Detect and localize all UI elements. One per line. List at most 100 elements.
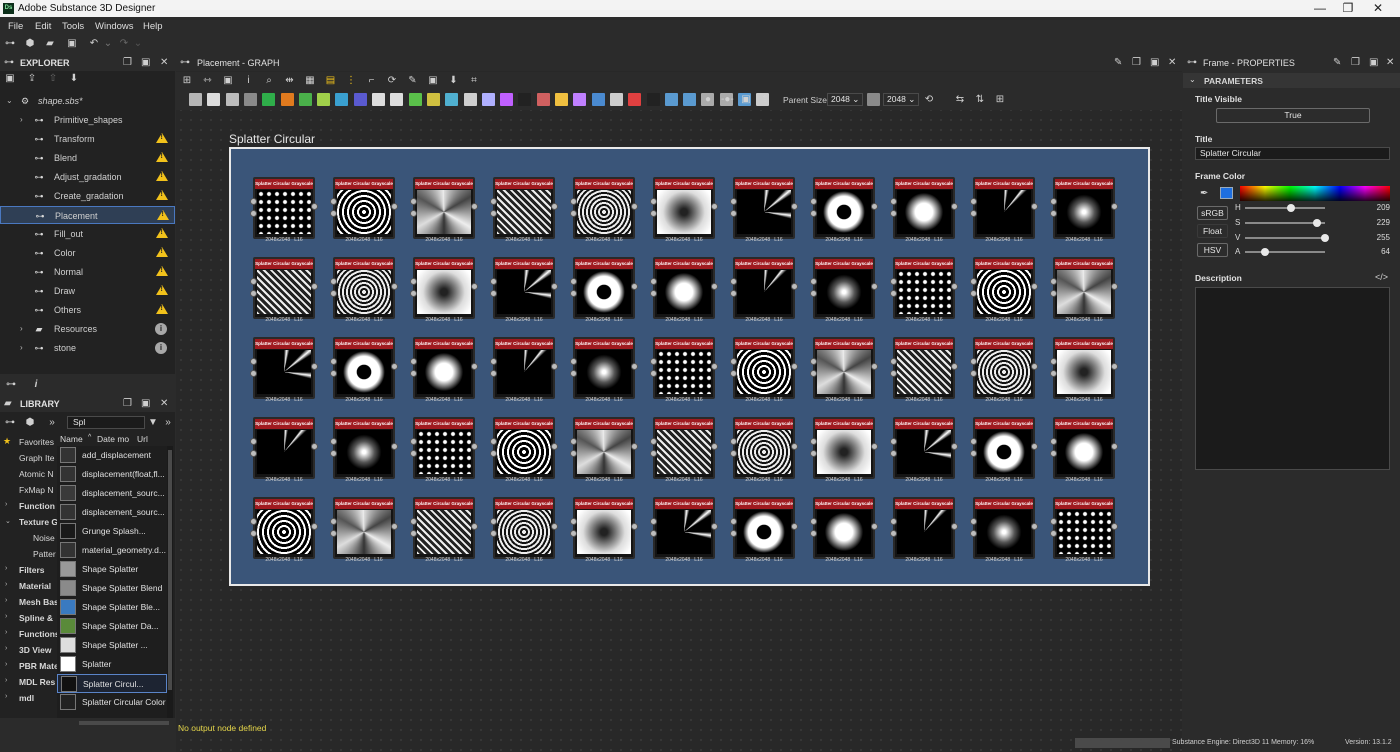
menu-windows[interactable]: Windows [95, 21, 134, 32]
input-pin[interactable] [810, 278, 817, 285]
publish-icon[interactable]: ⇪ [26, 73, 38, 84]
align-icon[interactable]: ⇆ [954, 94, 966, 105]
graph-node[interactable]: Splatter Circular Grayscale 2048x2048 L16 [570, 497, 638, 563]
input-pin[interactable] [970, 438, 977, 445]
input-pin[interactable] [1050, 358, 1057, 365]
input-pin[interactable] [970, 450, 977, 457]
graph-node[interactable]: Splatter Circular Grayscale 2048x2048 L16 [490, 257, 558, 323]
output-pin[interactable] [551, 523, 558, 530]
search-filter-icon[interactable]: ▼ [147, 417, 159, 428]
output-pin[interactable] [391, 443, 398, 450]
a-slider-knob[interactable] [1261, 248, 1269, 256]
library-category-filters[interactable]: › Filters [0, 562, 57, 578]
input-pin[interactable] [570, 210, 577, 217]
color-picker[interactable] [1240, 186, 1390, 201]
color-swatch[interactable] [1220, 187, 1233, 199]
pin-node-icon[interactable]: -●- [721, 94, 734, 105]
input-pin[interactable] [330, 198, 337, 205]
output-pin[interactable] [1031, 363, 1038, 370]
library-float-icon[interactable]: ❐ [123, 398, 132, 409]
a-slider[interactable] [1245, 251, 1325, 253]
library-category-mdl-res[interactable]: › MDL Res [0, 674, 57, 690]
output-pin[interactable] [551, 283, 558, 290]
library-category-material[interactable]: › Material [0, 578, 57, 594]
library-category-fxmap-n[interactable]: FxMap N [0, 482, 57, 498]
tree-icon[interactable]: ⇿ [202, 75, 214, 86]
graph-node[interactable]: Splatter Circular Grayscale 2048x2048 L16 [1050, 497, 1118, 563]
properties-maximize-icon[interactable]: ▣ [1369, 57, 1378, 68]
library-scrollbar[interactable] [167, 446, 173, 718]
add-node-button[interactable] [481, 93, 495, 106]
input-pin[interactable] [730, 290, 737, 297]
distribute-icon[interactable]: ⇅ [974, 94, 986, 105]
library-item[interactable]: Shape Splatter Ble... [57, 598, 167, 617]
input-pin[interactable] [810, 198, 817, 205]
graph-node[interactable]: Splatter Circular Grayscale 2048x2048 L16 [970, 497, 1038, 563]
output-pin[interactable] [871, 283, 878, 290]
add-node-button[interactable] [445, 93, 459, 106]
input-pin[interactable] [330, 530, 337, 537]
library-item[interactable]: Splatter Circular Color [57, 693, 167, 712]
input-pin[interactable] [810, 358, 817, 365]
graph-node[interactable]: Splatter Circular Grayscale 2048x2048 L16 [330, 497, 398, 563]
output-pin[interactable] [951, 363, 958, 370]
add-node-button[interactable] [372, 93, 385, 106]
explorer-item-others[interactable]: ⊶ Others [0, 301, 175, 319]
library-category-spline-[interactable]: › Spline & [0, 610, 57, 626]
input-pin[interactable] [490, 370, 497, 377]
graph-node[interactable]: Splatter Circular Grayscale 2048x2048 L16 [730, 177, 798, 243]
library-item[interactable]: add_displacement [57, 446, 167, 465]
float-mode-button[interactable]: Float [1197, 224, 1228, 238]
library-category-pbr-mate[interactable]: › PBR Mate [0, 658, 57, 674]
add-node-button[interactable] [298, 93, 312, 106]
input-pin[interactable] [650, 438, 657, 445]
graph-node[interactable]: Splatter Circular Grayscale 2048x2048 L16 [890, 177, 958, 243]
graph-node[interactable]: Splatter Circular Grayscale 2048x2048 L16 [570, 257, 638, 323]
input-pin[interactable] [1050, 210, 1057, 217]
grid-snap-icon[interactable]: ⊞ [994, 94, 1006, 105]
input-pin[interactable] [410, 450, 417, 457]
explorer-item-blend[interactable]: ⊶ Blend [0, 149, 175, 167]
graph-node[interactable]: Splatter Circular Grayscale 2048x2048 L16 [730, 337, 798, 403]
input-pin[interactable] [490, 438, 497, 445]
properties-close-icon[interactable]: ✕ [1386, 57, 1394, 68]
input-pin[interactable] [730, 450, 737, 457]
input-pin[interactable] [490, 530, 497, 537]
output-pin[interactable] [471, 523, 478, 530]
curve-icon[interactable]: ⌐ [366, 75, 378, 86]
input-pin[interactable] [410, 278, 417, 285]
add-node-button[interactable] [408, 93, 422, 106]
input-pin[interactable] [250, 290, 257, 297]
display-icon[interactable]: ▣ [427, 75, 439, 86]
input-pin[interactable] [250, 518, 257, 525]
screenshot-icon[interactable]: ▣ [222, 75, 234, 86]
v-slider-knob[interactable] [1321, 234, 1329, 242]
library-category-functions[interactable]: › Functions [0, 626, 57, 642]
output-pin[interactable] [711, 443, 718, 450]
v-slider[interactable] [1245, 237, 1325, 239]
graph-node[interactable]: Splatter Circular Grayscale 2048x2048 L16 [410, 177, 478, 243]
graph-node[interactable]: Splatter Circular Grayscale 2048x2048 L16 [490, 417, 558, 483]
maximize-button[interactable]: ❐ [1334, 1, 1362, 15]
menu-tools[interactable]: Tools [62, 21, 84, 32]
input-pin[interactable] [570, 290, 577, 297]
library-category-noise[interactable]: Noise [0, 530, 57, 546]
input-pin[interactable] [810, 370, 817, 377]
library-category-function[interactable]: › Function [0, 498, 57, 514]
input-pin[interactable] [650, 530, 657, 537]
output-pin[interactable] [631, 523, 638, 530]
graph-node[interactable]: Splatter Circular Grayscale 2048x2048 L16 [890, 497, 958, 563]
graph-node[interactable]: Splatter Circular Grayscale 2048x2048 L16 [970, 177, 1038, 243]
input-pin[interactable] [890, 370, 897, 377]
input-pin[interactable] [1050, 450, 1057, 457]
save-icon[interactable]: ▣ [66, 38, 78, 49]
input-pin[interactable] [890, 290, 897, 297]
explorer-item-color[interactable]: ⊶ Color [0, 244, 175, 262]
input-pin[interactable] [730, 210, 737, 217]
new-graph-icon[interactable]: ⊶ [4, 38, 16, 49]
input-pin[interactable] [970, 530, 977, 537]
graph-node[interactable]: Splatter Circular Grayscale 2048x2048 L16 [730, 257, 798, 323]
input-pin[interactable] [970, 370, 977, 377]
maximize-panel-icon[interactable]: ▣ [141, 57, 150, 68]
output-pin[interactable] [711, 283, 718, 290]
